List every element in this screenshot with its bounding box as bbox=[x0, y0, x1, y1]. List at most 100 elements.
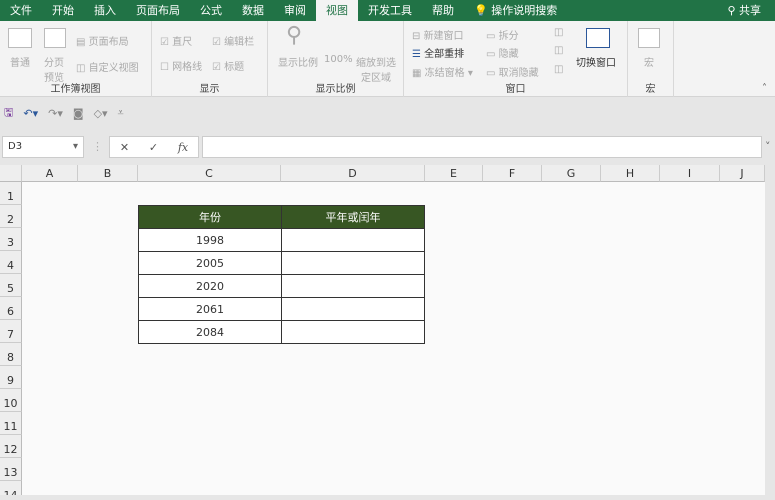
split-button[interactable]: ▭ 拆分 bbox=[486, 27, 519, 42]
group-label: 工作簿视图 bbox=[50, 84, 101, 95]
column-header[interactable]: G bbox=[542, 165, 601, 182]
camera-icon[interactable]: ◙ bbox=[73, 107, 84, 120]
formula-bar-checkbox[interactable]: ☑ 编辑栏 bbox=[212, 33, 254, 48]
row-header[interactable]: 8 bbox=[0, 343, 22, 366]
lightbulb-icon: 💡 bbox=[474, 4, 488, 17]
formula-bar: D3 ▾ ⋮ ✕ ✓ fx ˅ bbox=[0, 136, 775, 158]
reset-position-icon[interactable]: ◫ bbox=[554, 64, 563, 75]
header-cell[interactable]: 年份 bbox=[138, 205, 282, 229]
group-macros: 宏 宏 bbox=[628, 21, 674, 97]
leap-year-cell[interactable] bbox=[281, 274, 425, 298]
row-header[interactable]: 6 bbox=[0, 297, 22, 320]
zoom-button[interactable]: 显示比例 bbox=[278, 54, 318, 69]
tab-developer[interactable]: 开发工具 bbox=[358, 0, 422, 21]
hide-button[interactable]: ▭ 隐藏 bbox=[486, 45, 519, 60]
collapse-ribbon-icon[interactable]: ˄ bbox=[762, 83, 767, 94]
arrange-icon: ☰ bbox=[412, 49, 421, 60]
column-header[interactable]: F bbox=[483, 165, 542, 182]
arrange-all-button[interactable]: ☰ 全部重排 bbox=[412, 45, 464, 60]
column-header[interactable]: C bbox=[138, 165, 281, 182]
year-cell[interactable]: 2005 bbox=[138, 251, 282, 275]
enter-icon[interactable]: ✓ bbox=[149, 141, 158, 154]
header-cell[interactable]: 平年或闰年 bbox=[281, 205, 425, 229]
tab-view[interactable]: 视图 bbox=[316, 0, 358, 21]
row-header[interactable]: 5 bbox=[0, 274, 22, 297]
tab-data[interactable]: 数据 bbox=[232, 0, 274, 21]
formula-input[interactable] bbox=[202, 136, 762, 158]
unhide-button[interactable]: ▭ 取消隐藏 bbox=[486, 64, 539, 79]
spreadsheet-grid[interactable]: 年份 平年或闰年 1998 2005 2020 2061 2084 ABCDEFGHIJ 12… bbox=[0, 165, 765, 495]
shapes-icon[interactable]: ◇▾ bbox=[94, 107, 108, 120]
unhide-label: 取消隐藏 bbox=[498, 68, 539, 79]
customize-qat-icon[interactable]: ⩡ bbox=[118, 106, 124, 120]
vertical-scrollbar[interactable] bbox=[765, 165, 775, 495]
column-header[interactable]: A bbox=[22, 165, 78, 182]
gridlines-label: 网格线 bbox=[172, 62, 203, 73]
row-header[interactable]: 14 bbox=[0, 481, 22, 495]
year-cell[interactable]: 2061 bbox=[138, 297, 282, 321]
undo-icon[interactable]: ↶▾ bbox=[23, 107, 38, 120]
row-header[interactable]: 13 bbox=[0, 458, 22, 481]
group-label: 窗口 bbox=[505, 84, 526, 95]
row-header[interactable]: 7 bbox=[0, 320, 22, 343]
select-all-corner[interactable] bbox=[0, 165, 22, 182]
ruler-checkbox[interactable]: ☑ 直尺 bbox=[160, 33, 192, 48]
row-header[interactable]: 4 bbox=[0, 251, 22, 274]
custom-views-label: 自定义视图 bbox=[88, 63, 139, 74]
new-window-button[interactable]: ⊟ 新建窗口 bbox=[412, 27, 464, 42]
row-header[interactable]: 12 bbox=[0, 435, 22, 458]
insert-function-icon[interactable]: fx bbox=[178, 141, 188, 154]
tell-me-search[interactable]: 💡 操作说明搜索 bbox=[464, 0, 567, 21]
row-header[interactable]: 3 bbox=[0, 228, 22, 251]
redo-icon[interactable]: ↷▾ bbox=[48, 107, 63, 120]
save-icon[interactable]: 🖫 bbox=[4, 104, 13, 123]
row-header[interactable]: 11 bbox=[0, 412, 22, 435]
year-cell[interactable]: 1998 bbox=[138, 228, 282, 252]
column-header[interactable]: B bbox=[78, 165, 138, 182]
freeze-panes-button[interactable]: ▦ 冻结窗格 ▾ bbox=[412, 64, 473, 79]
hide-label: 隐藏 bbox=[498, 49, 519, 60]
macros-button[interactable]: 宏 bbox=[644, 54, 654, 69]
row-header[interactable]: 1 bbox=[0, 182, 22, 205]
normal-view-button[interactable]: 普通 bbox=[10, 54, 30, 69]
leap-year-cell[interactable] bbox=[281, 320, 425, 344]
name-box[interactable]: D3 ▾ bbox=[2, 136, 84, 158]
tab-home[interactable]: 开始 bbox=[42, 0, 84, 21]
sync-scroll-icon[interactable]: ◫ bbox=[554, 45, 563, 56]
splitter-handle[interactable]: ⋮ bbox=[92, 140, 103, 153]
year-cell[interactable]: 2084 bbox=[138, 320, 282, 344]
row-header[interactable]: 10 bbox=[0, 389, 22, 412]
headings-checkbox[interactable]: ☑ 标题 bbox=[212, 58, 244, 73]
column-header[interactable]: I bbox=[660, 165, 720, 182]
gridlines-checkbox[interactable]: ☐ 网格线 bbox=[160, 58, 202, 73]
custom-views-button[interactable]: ◫ 自定义视图 bbox=[76, 59, 139, 74]
row-header[interactable]: 2 bbox=[0, 205, 22, 228]
switch-windows-button[interactable]: 切换窗口 bbox=[576, 54, 616, 69]
horizontal-scrollbar[interactable] bbox=[0, 495, 775, 500]
chevron-down-icon[interactable]: ▾ bbox=[73, 141, 78, 152]
tab-page-layout[interactable]: 页面布局 bbox=[126, 0, 190, 21]
tab-formulas[interactable]: 公式 bbox=[190, 0, 232, 21]
share-button[interactable]: ⚲ 共享 bbox=[717, 0, 775, 21]
cancel-icon[interactable]: ✕ bbox=[120, 141, 129, 154]
expand-formula-bar-icon[interactable]: ˅ bbox=[765, 140, 771, 153]
group-label: 宏 bbox=[645, 84, 656, 95]
leap-year-cell[interactable] bbox=[281, 251, 425, 275]
row-header[interactable]: 9 bbox=[0, 366, 22, 389]
zoom-100-button[interactable]: 100% bbox=[324, 54, 353, 65]
leap-year-cell[interactable] bbox=[281, 297, 425, 321]
side-by-side-icon[interactable]: ◫ bbox=[554, 27, 563, 38]
page-layout-button[interactable]: ▤ 页面布局 bbox=[76, 33, 129, 48]
tab-review[interactable]: 审阅 bbox=[274, 0, 316, 21]
column-header[interactable]: E bbox=[425, 165, 483, 182]
column-header[interactable]: D bbox=[281, 165, 425, 182]
table-row: 2020 bbox=[138, 274, 425, 298]
macros-icon bbox=[638, 28, 660, 48]
tab-file[interactable]: 文件 bbox=[0, 0, 42, 21]
tab-insert[interactable]: 插入 bbox=[84, 0, 126, 21]
column-header[interactable]: H bbox=[601, 165, 660, 182]
column-header[interactable]: J bbox=[720, 165, 765, 182]
year-cell[interactable]: 2020 bbox=[138, 274, 282, 298]
tab-help[interactable]: 帮助 bbox=[422, 0, 464, 21]
leap-year-cell[interactable] bbox=[281, 228, 425, 252]
